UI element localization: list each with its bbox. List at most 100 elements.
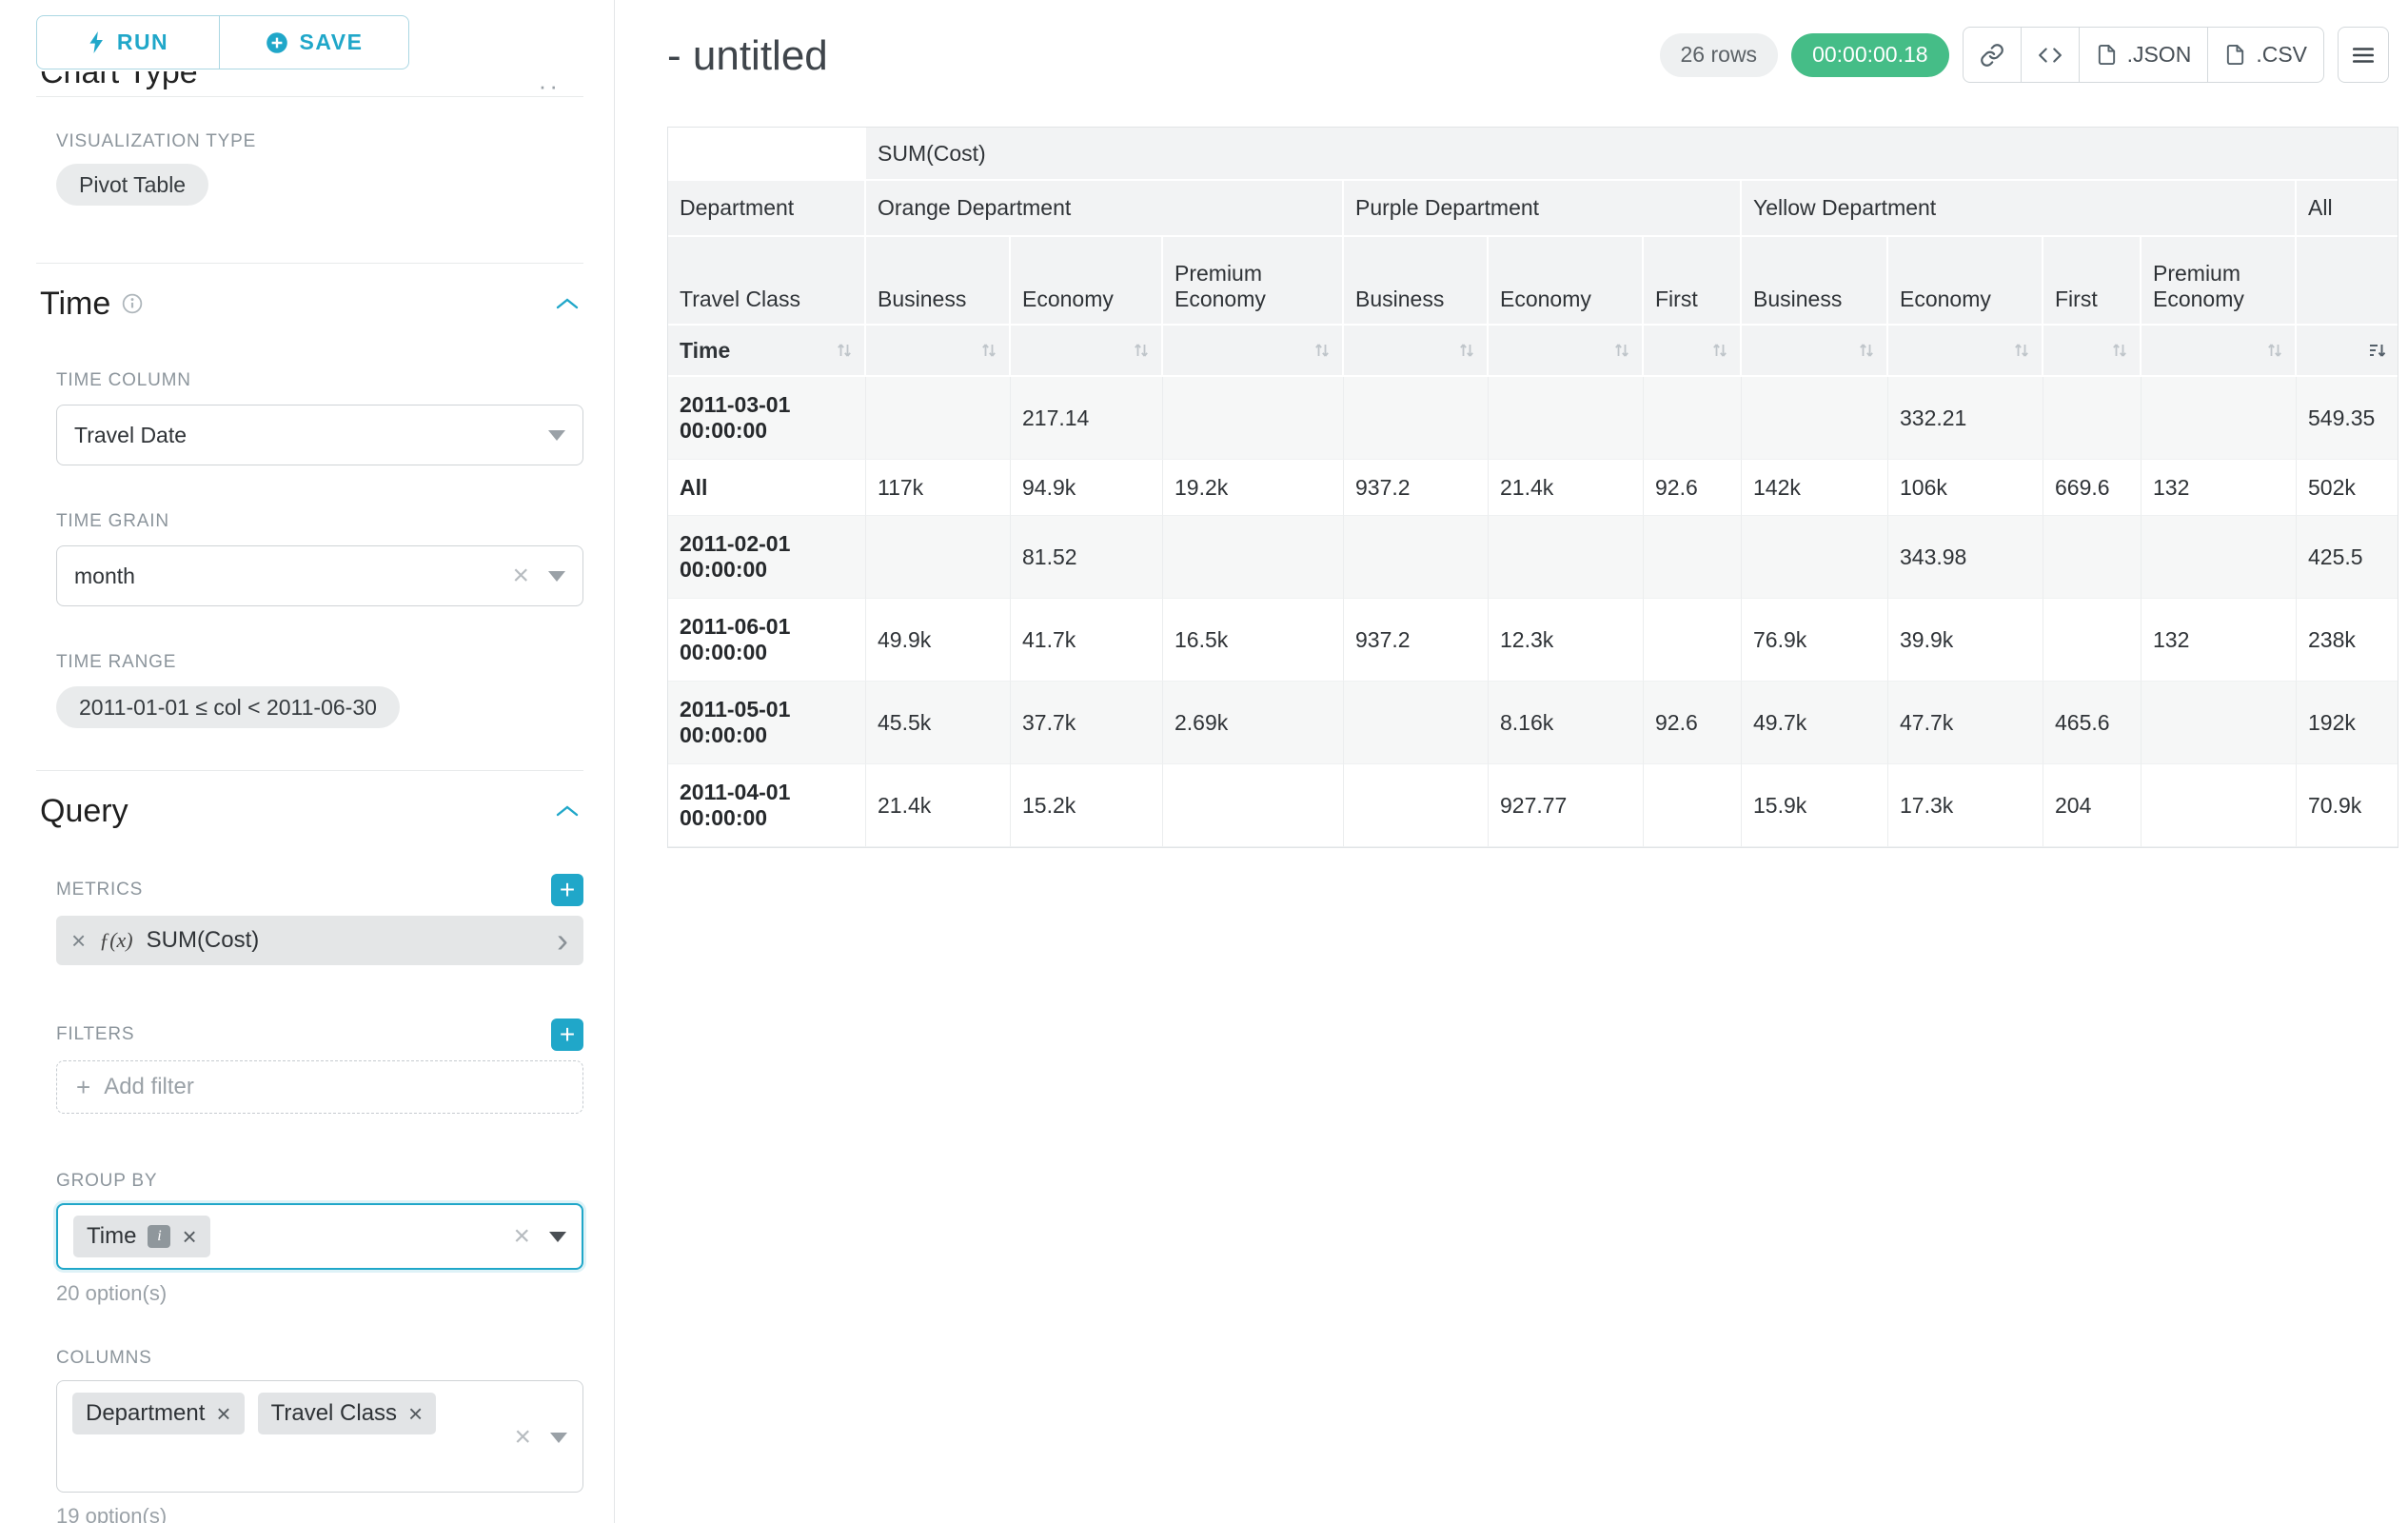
pivot-cell: 669.6	[2043, 460, 2142, 516]
time-grain-label: TIME GRAIN	[56, 511, 583, 532]
time-section-title: Time	[40, 286, 110, 323]
add-filter-plus-button[interactable]: +	[551, 1019, 583, 1051]
time-section-header[interactable]: Time	[40, 283, 580, 325]
sort-toggle-icon[interactable]	[2111, 341, 2128, 360]
clear-icon[interactable]: ×	[514, 1423, 531, 1452]
pivot-sort-header[interactable]	[1163, 326, 1344, 377]
pivot-cell: 17.3k	[1888, 764, 2043, 847]
pivot-class-header[interactable]: Business	[1344, 237, 1489, 326]
pivot-class-header[interactable]: Business	[866, 237, 1011, 326]
sort-toggle-icon[interactable]	[1711, 341, 1728, 360]
query-section-header[interactable]: Query	[40, 790, 580, 832]
visualization-type-label: VISUALIZATION TYPE	[56, 131, 583, 152]
pivot-cell	[1163, 377, 1344, 460]
sort-toggle-icon[interactable]	[980, 341, 997, 360]
sort-toggle-icon[interactable]	[2013, 341, 2030, 360]
menu-button[interactable]	[2338, 27, 2389, 83]
pivot-sort-header[interactable]	[1344, 326, 1489, 377]
chevron-up-icon[interactable]	[555, 296, 580, 311]
pivot-cell	[2142, 682, 2297, 764]
pivot-row-label: 2011-03-01 00:00:00	[668, 377, 866, 460]
embed-code-button[interactable]	[2021, 27, 2080, 83]
pivot-cell: 425.5	[2297, 516, 2398, 599]
pivot-department-header[interactable]: Orange Department	[866, 181, 1344, 237]
pivot-data-row: All117k94.9k19.2k937.221.4k92.6142k106k6…	[668, 460, 2398, 516]
pivot-cell: 332.21	[1888, 377, 2043, 460]
column-info-icon[interactable]: i	[148, 1225, 170, 1248]
divider	[36, 96, 583, 97]
caret-down-icon[interactable]	[549, 1232, 566, 1242]
pivot-class-header[interactable]: First	[1644, 237, 1742, 326]
pivot-cell	[1344, 682, 1489, 764]
time-column-select[interactable]: Travel Date	[56, 405, 583, 465]
add-metric-button[interactable]: +	[551, 874, 583, 906]
chart-title[interactable]: - untitled	[667, 32, 828, 80]
pivot-sort-header[interactable]	[2142, 326, 2297, 377]
info-icon[interactable]	[122, 293, 143, 314]
time-range-value[interactable]: 2011-01-01 ≤ col < 2011-06-30	[56, 686, 400, 728]
sort-toggle-icon[interactable]	[2266, 341, 2283, 360]
chevron-up-icon[interactable]	[555, 803, 580, 819]
export-csv-button[interactable]: .CSV	[2207, 27, 2324, 83]
run-save-button-group: RUN SAVE	[36, 15, 583, 69]
pivot-sort-header[interactable]	[2297, 326, 2398, 377]
pivot-sort-header[interactable]	[1644, 326, 1742, 377]
pivot-class-header[interactable]: Premium Economy	[1163, 237, 1344, 326]
pivot-sort-header[interactable]	[1011, 326, 1163, 377]
pivot-class-header[interactable]	[2297, 237, 2398, 326]
sort-toggle-icon[interactable]	[1133, 341, 1150, 360]
sort-toggle-icon[interactable]	[1313, 341, 1331, 360]
clear-icon[interactable]: ×	[513, 1222, 530, 1251]
save-button[interactable]: SAVE	[219, 15, 409, 69]
chart-type-heading: Chart Type	[40, 71, 583, 91]
pivot-sort-header[interactable]	[1888, 326, 2043, 377]
hamburger-icon	[2351, 43, 2376, 68]
pivot-class-header[interactable]: First	[2043, 237, 2142, 326]
export-json-button[interactable]: .JSON	[2079, 27, 2209, 83]
export-csv-label: .CSV	[2256, 42, 2307, 68]
group-by-select[interactable]: Timei× ×	[56, 1203, 583, 1270]
pivot-cell: 142k	[1742, 460, 1888, 516]
tag-remove-icon[interactable]: ×	[182, 1222, 196, 1252]
sort-toggle-icon[interactable]	[1458, 341, 1475, 360]
tag-remove-icon[interactable]: ×	[408, 1399, 423, 1429]
pivot-cell: 15.2k	[1011, 764, 1163, 847]
caret-down-icon[interactable]	[550, 1433, 567, 1443]
pivot-department-header[interactable]: Purple Department	[1344, 181, 1742, 237]
pivot-department-header[interactable]: All	[2297, 181, 2398, 237]
chart-header: - untitled 26 rows 00:00:00.18 .JSON .CS…	[616, 0, 2408, 83]
metric-item[interactable]: × ƒ(x) SUM(Cost) ›	[56, 916, 583, 965]
time-grain-select[interactable]: month ×	[56, 545, 583, 606]
pivot-class-header[interactable]: Economy	[1888, 237, 2043, 326]
add-filter-button[interactable]: + Add filter	[56, 1060, 583, 1114]
pivot-class-header[interactable]: Premium Economy	[2142, 237, 2297, 326]
pivot-sort-header[interactable]	[1489, 326, 1644, 377]
pivot-department-header[interactable]: Yellow Department	[1742, 181, 2297, 237]
pivot-class-header[interactable]: Economy	[1011, 237, 1163, 326]
visualization-type-value[interactable]: Pivot Table	[56, 164, 208, 206]
tag-remove-icon[interactable]: ×	[216, 1399, 230, 1429]
remove-metric-icon[interactable]: ×	[71, 926, 86, 956]
sort-toggle-icon[interactable]	[1613, 341, 1630, 360]
run-button[interactable]: RUN	[36, 15, 220, 69]
clear-icon[interactable]: ×	[512, 562, 529, 590]
pivot-class-header[interactable]: Economy	[1489, 237, 1644, 326]
chevron-right-icon[interactable]: ›	[557, 923, 568, 958]
metrics-label: METRICS	[56, 880, 143, 900]
sort-desc-icon[interactable]	[2368, 341, 2386, 360]
sort-toggle-icon[interactable]	[836, 341, 853, 360]
pivot-class-header[interactable]: Business	[1742, 237, 1888, 326]
pivot-cell: 49.9k	[866, 599, 1011, 682]
pivot-cell: 92.6	[1644, 460, 1742, 516]
pivot-cell: 238k	[2297, 599, 2398, 682]
pivot-sort-header[interactable]	[866, 326, 1011, 377]
pivot-sort-header[interactable]	[2043, 326, 2142, 377]
pivot-cell: 549.35	[2297, 377, 2398, 460]
columns-select[interactable]: Department×Travel Class× ×	[56, 1380, 583, 1493]
query-section-title: Query	[40, 793, 128, 830]
pivot-cell	[2142, 764, 2297, 847]
pivot-sort-header[interactable]	[1742, 326, 1888, 377]
share-link-button[interactable]	[1963, 27, 2022, 83]
pivot-row-axis-header[interactable]: Time	[668, 326, 866, 377]
sort-toggle-icon[interactable]	[1858, 341, 1875, 360]
